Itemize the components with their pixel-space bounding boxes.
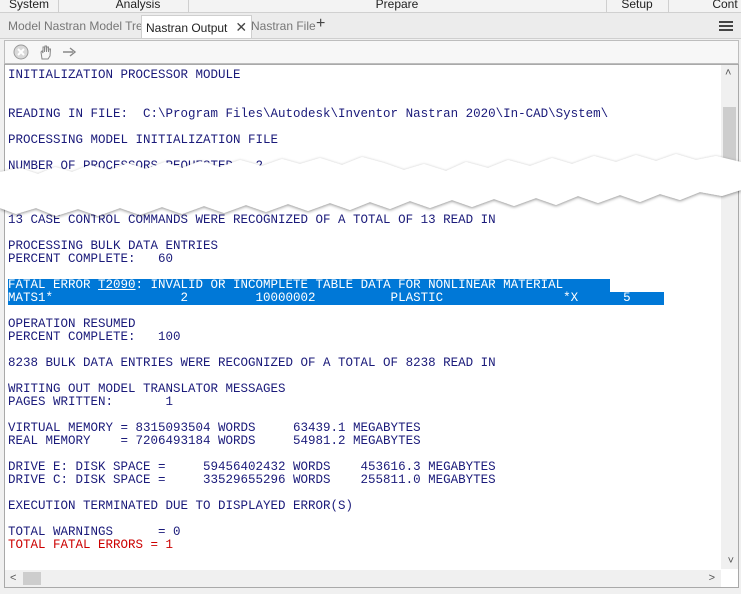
- arrow-right-icon[interactable]: [61, 43, 79, 61]
- document-tabs: Model Nastran Model Tree Nastran Output ✕…: [0, 13, 741, 39]
- tab-nastran-model-tree[interactable]: Nastran Model Tree: [40, 16, 153, 36]
- output-line: PAGES WRITTEN: 1: [8, 395, 174, 409]
- hand-icon[interactable]: [37, 43, 55, 61]
- output-line: EXECUTION TERMINATED DUE TO DISPLAYED ER…: [8, 499, 354, 513]
- tab-model[interactable]: Model: [4, 16, 45, 36]
- stop-icon[interactable]: [12, 43, 30, 61]
- ribbon-tab-analysis[interactable]: Analysis: [88, 0, 189, 12]
- ribbon-tab-prepare[interactable]: Prepare: [188, 0, 607, 12]
- vertical-scrollbar[interactable]: ˄: [721, 65, 738, 569]
- output-line: 8238 BULK DATA ENTRIES WERE RECOGNIZED O…: [8, 356, 496, 370]
- tab-label: Nastran File: [251, 19, 316, 33]
- tab-nastran-output[interactable]: Nastran Output ✕: [141, 15, 253, 38]
- ribbon-tab-setup[interactable]: Setup: [606, 0, 669, 12]
- scroll-up-icon[interactable]: ˄: [725, 67, 731, 79]
- output-line: PERCENT COMPLETE: 60: [8, 252, 174, 266]
- menu-icon[interactable]: [719, 19, 733, 33]
- output-line: PROCESSING MODEL INITIALIZATION FILE: [8, 133, 279, 147]
- tab-label: Nastran Output: [146, 21, 228, 35]
- scroll-left-icon[interactable]: <: [10, 572, 16, 584]
- ribbon-tab-system[interactable]: System: [0, 0, 59, 12]
- output-line: 13 CASE CONTROL COMMANDS WERE RECOGNIZED…: [8, 213, 496, 227]
- scroll-down-icon[interactable]: ˅: [728, 555, 734, 567]
- ribbon-menu: System Analysis Prepare Setup Cont: [0, 0, 741, 13]
- horizontal-scrollbar[interactable]: < >: [5, 570, 721, 587]
- error-message: : INVALID OR INCOMPLETE TABLE DATA FOR N…: [135, 278, 571, 292]
- error-prefix: FATAL ERROR: [8, 278, 99, 292]
- output-line: READING IN FILE: C:\Program Files\Autode…: [8, 107, 609, 121]
- tab-label: Nastran Model Tree: [44, 19, 150, 33]
- vertical-scroll-thumb[interactable]: [723, 107, 736, 162]
- ribbon-tab-cont[interactable]: Cont: [700, 0, 741, 12]
- output-line: MATS1* 2 10000002 PLASTIC *X 5: [8, 292, 664, 305]
- output-text[interactable]: INITIALIZATION PROCESSOR MODULE READING …: [8, 67, 720, 569]
- add-tab-icon[interactable]: +: [316, 15, 325, 33]
- output-toolbar: [4, 40, 739, 64]
- nastran-output-panel: INITIALIZATION PROCESSOR MODULE READING …: [4, 64, 739, 588]
- output-line: INITIALIZATION PROCESSOR MODULE: [8, 68, 241, 82]
- scroll-right-icon[interactable]: >: [709, 572, 715, 584]
- output-line: DRIVE C: DISK SPACE = 33529655296 WORDS …: [8, 473, 496, 487]
- tab-label: Model: [8, 19, 41, 33]
- error-code-link[interactable]: T2090: [98, 278, 136, 292]
- tab-nastran-file[interactable]: Nastran File: [247, 16, 320, 36]
- close-icon[interactable]: ✕: [235, 19, 247, 35]
- output-line: NUMBER OF PROCESSORS REQUESTED = 2: [8, 159, 264, 173]
- output-line: REAL MEMORY = 7206493184 WORDS 54981.2 M…: [8, 434, 421, 448]
- output-line: PERCENT COMPLETE: 100: [8, 330, 181, 344]
- horizontal-scroll-thumb[interactable]: [23, 572, 41, 585]
- fatal-errors-total: TOTAL FATAL ERRORS = 1: [8, 538, 174, 552]
